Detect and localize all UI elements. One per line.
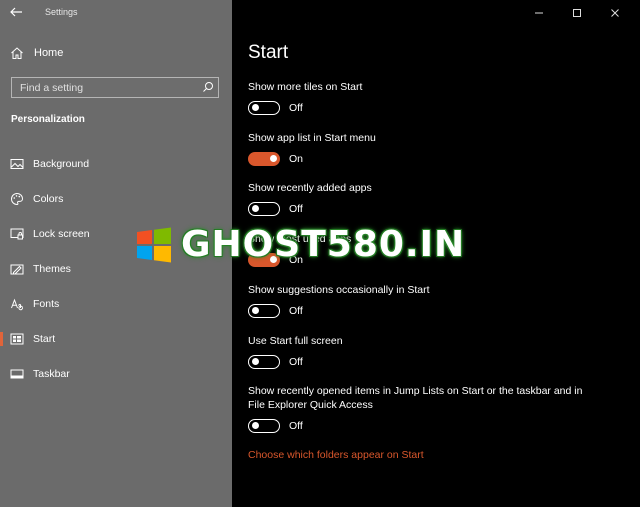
watermark-text: GHOST580.IN — [181, 224, 466, 265]
sidebar-item-taskbar[interactable]: Taskbar — [0, 356, 232, 391]
taskbar-icon — [10, 369, 24, 378]
sidebar-home[interactable]: Home — [10, 44, 63, 62]
maximize-button[interactable] — [558, 5, 596, 21]
close-button[interactable] — [596, 5, 634, 21]
sidebar-item-fonts[interactable]: Fonts — [0, 286, 232, 321]
home-icon — [11, 47, 23, 59]
back-button[interactable] — [9, 5, 27, 21]
search-input[interactable] — [12, 78, 198, 97]
sidebar-item-label: Fonts — [33, 297, 60, 310]
search-box[interactable] — [11, 77, 219, 98]
back-arrow-icon — [10, 7, 22, 17]
full-screen-toggle[interactable] — [248, 355, 280, 369]
sidebar-item-label: Themes — [33, 262, 71, 275]
sidebar-item-colors[interactable]: Colors — [0, 181, 232, 216]
setting-label: Show recently added apps — [248, 182, 372, 194]
search-icon[interactable] — [202, 81, 214, 93]
setting-label: Show recently opened items in Jump Lists… — [248, 385, 583, 411]
themes-icon — [10, 264, 24, 274]
section-title: Personalization — [11, 114, 85, 125]
lock-screen-icon — [10, 228, 24, 239]
setting-full-screen: Use Start full screen Off — [248, 334, 588, 369]
maximize-icon — [573, 9, 581, 17]
setting-app-list: Show app list in Start menu On — [248, 131, 588, 166]
recently-added-toggle[interactable] — [248, 202, 280, 216]
toggle-state: On — [289, 153, 304, 165]
page-title: Start — [248, 42, 289, 63]
background-icon — [10, 158, 24, 169]
window-controls — [520, 5, 634, 21]
app-list-toggle[interactable] — [248, 152, 280, 166]
sidebar-item-label: Lock screen — [33, 227, 90, 240]
sidebar-item-label: Start — [33, 332, 56, 345]
setting-jump-lists: Show recently opened items in Jump Lists… — [248, 384, 588, 433]
sidebar-item-label: Colors — [33, 192, 64, 205]
toggle-state: Off — [289, 203, 303, 215]
setting-label: Use Start full screen — [248, 335, 343, 347]
setting-label: Show app list in Start menu — [248, 132, 376, 144]
setting-label: Show suggestions occasionally in Start — [248, 284, 430, 296]
title-bar: Settings — [0, 0, 232, 26]
choose-folders-link[interactable]: Choose which folders appear on Start — [248, 449, 424, 461]
sidebar-item-start[interactable]: Start — [0, 321, 232, 356]
sidebar-item-background[interactable]: Background — [0, 146, 232, 181]
home-label: Home — [34, 47, 64, 59]
suggestions-toggle[interactable] — [248, 304, 280, 318]
watermark: GHOST580.IN — [135, 224, 465, 265]
jump-lists-toggle[interactable] — [248, 419, 280, 433]
close-icon — [611, 9, 619, 17]
sidebar-item-label: Background — [33, 157, 90, 170]
toggle-state: Off — [289, 305, 303, 317]
minimize-button[interactable] — [520, 5, 558, 21]
minimize-icon — [535, 12, 543, 14]
more-tiles-toggle[interactable] — [248, 101, 280, 115]
sidebar-nav: Background Colors Lock screen Themes Fon… — [0, 146, 232, 391]
windows-logo-icon — [137, 227, 171, 262]
toggle-state: Off — [289, 102, 303, 114]
setting-label: Show more tiles on Start — [248, 81, 363, 93]
setting-recently-added: Show recently added apps Off — [248, 181, 588, 216]
sidebar-item-label: Taskbar — [33, 367, 70, 380]
setting-more-tiles: Show more tiles on Start Off — [248, 80, 588, 115]
setting-suggestions: Show suggestions occasionally in Start O… — [248, 283, 588, 318]
start-icon — [10, 333, 24, 344]
toggle-state: Off — [289, 356, 303, 368]
app-title: Settings — [45, 7, 78, 17]
palette-icon — [11, 192, 24, 205]
toggle-state: Off — [289, 420, 303, 432]
fonts-icon — [11, 298, 23, 310]
